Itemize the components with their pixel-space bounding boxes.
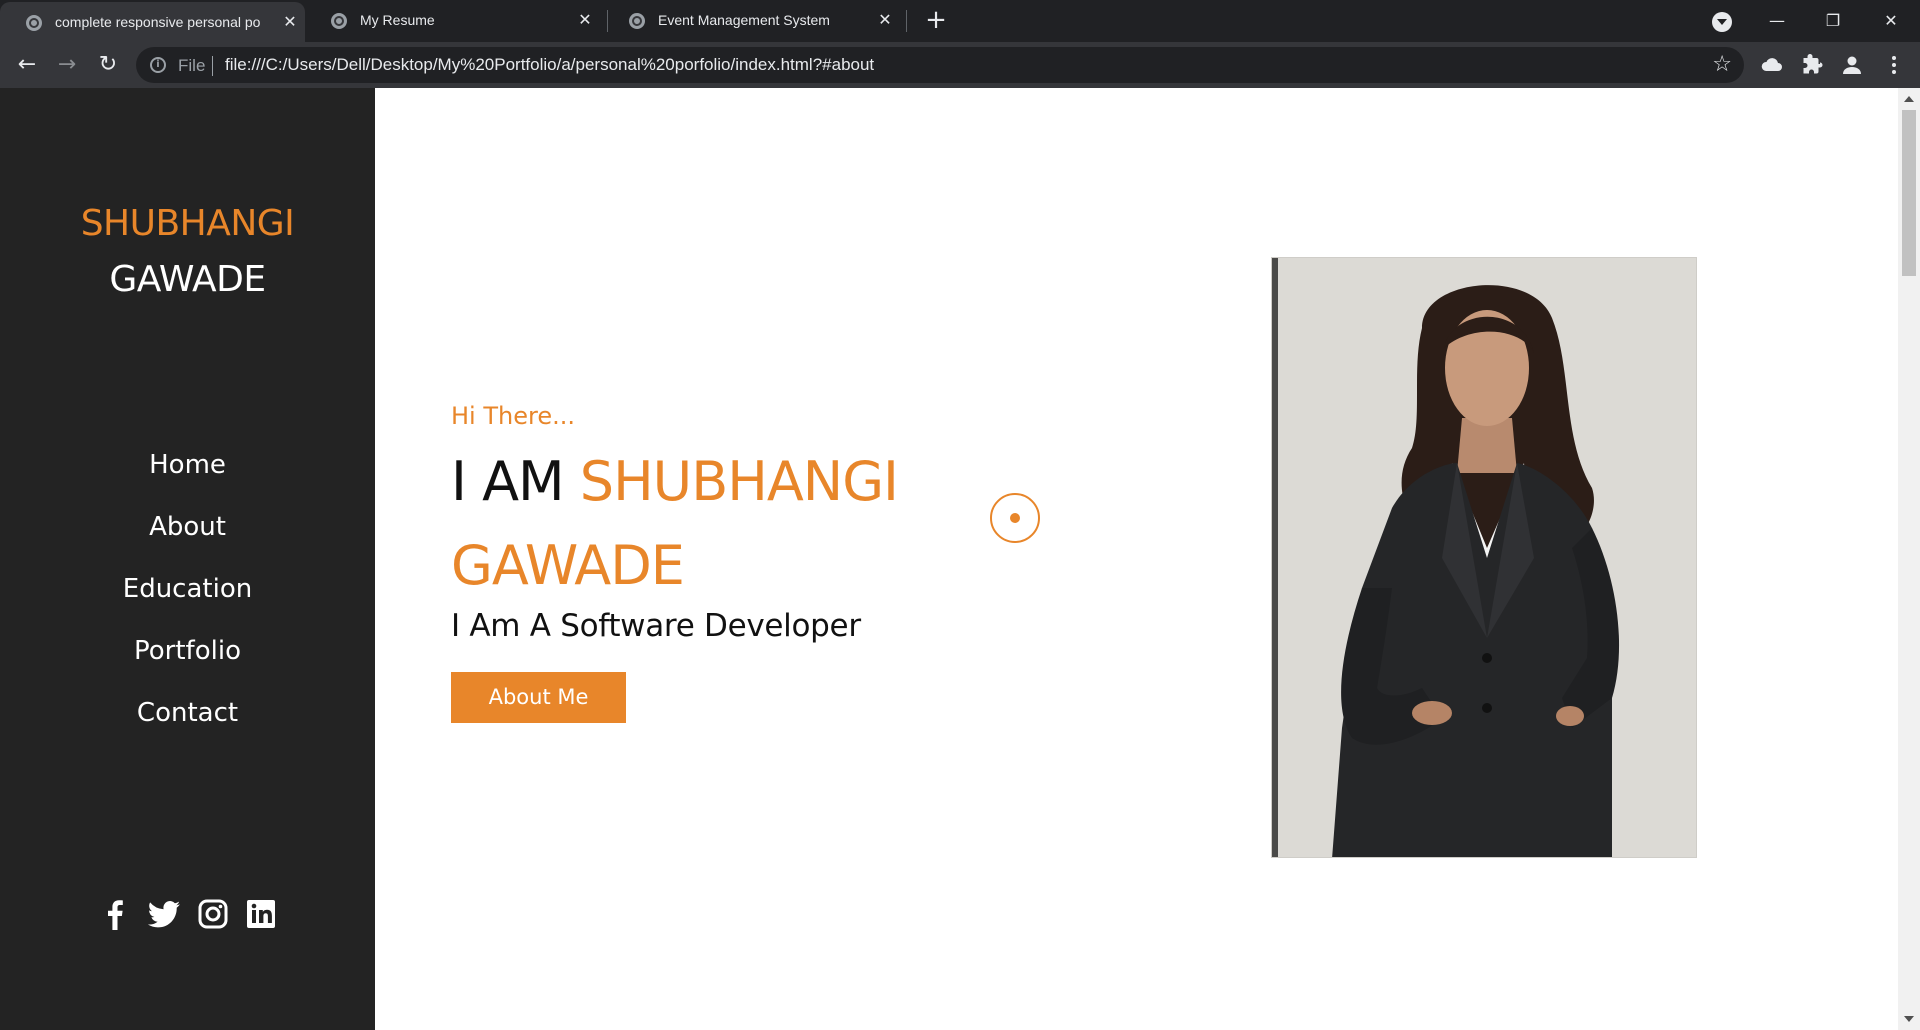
tab-title: My Resume <box>360 12 435 28</box>
page-scrollbar[interactable] <box>1898 88 1920 1030</box>
logo-first-name: SHUBHANGI <box>80 203 295 244</box>
twitter-icon[interactable] <box>147 898 181 930</box>
logo-last-name: GAWADE <box>109 259 266 300</box>
page-viewport: SHUBHANGI GAWADE Home About Education Po… <box>0 88 1898 1030</box>
globe-icon <box>331 13 347 29</box>
scroll-thumb[interactable] <box>1902 110 1916 276</box>
url-scheme: File <box>178 56 206 75</box>
browser-tab-strip: complete responsive personal po ✕ My Res… <box>0 0 1920 42</box>
close-icon[interactable]: ✕ <box>575 10 595 30</box>
menu-dots-icon[interactable] <box>1882 53 1906 77</box>
nav-item-portfolio: Portfolio <box>0 634 375 696</box>
bookmark-star-icon[interactable]: ☆ <box>1712 53 1732 77</box>
nav-link-about[interactable]: About <box>149 512 226 542</box>
about-me-button[interactable]: About Me <box>451 672 626 723</box>
site-logo[interactable]: SHUBHANGI GAWADE <box>0 196 375 308</box>
reload-icon[interactable]: ↻ <box>94 51 122 79</box>
nav-link-education[interactable]: Education <box>123 574 252 604</box>
tab-event-management[interactable]: Event Management System ✕ <box>603 0 903 42</box>
tab-portfolio[interactable]: complete responsive personal po ✕ <box>0 2 305 42</box>
url-text[interactable]: file:///C:/Users/Dell/Desktop/My%20Portf… <box>225 55 874 75</box>
nav-link-portfolio[interactable]: Portfolio <box>134 636 241 666</box>
profile-icon[interactable] <box>1840 53 1864 77</box>
address-bar[interactable]: i File file:///C:/Users/Dell/Desktop/My%… <box>136 47 1744 83</box>
cloud-extension-icon[interactable] <box>1760 53 1784 77</box>
tab-title: Event Management System <box>658 12 830 28</box>
main-navigation: Home About Education Portfolio Contact <box>0 448 375 758</box>
tab-title: complete responsive personal po <box>55 14 261 30</box>
tab-search-icon[interactable] <box>1712 12 1732 32</box>
social-links <box>0 898 375 930</box>
hero-headline: I AM SHUBHANGI GAWADE <box>451 440 971 608</box>
close-icon[interactable]: ✕ <box>875 10 895 30</box>
extensions-puzzle-icon[interactable] <box>1800 53 1824 77</box>
nav-item-about: About <box>0 510 375 572</box>
browser-toolbar: ← → ↻ i File file:///C:/Users/Dell/Deskt… <box>0 42 1920 88</box>
nav-item-education: Education <box>0 572 375 634</box>
scroll-down-arrow-icon[interactable] <box>1904 1016 1914 1022</box>
linkedin-icon[interactable] <box>245 898 277 930</box>
hero-greeting: Hi There... <box>451 402 575 430</box>
nav-item-contact: Contact <box>0 696 375 758</box>
tab-separator <box>906 10 907 32</box>
nav-link-home[interactable]: Home <box>149 450 226 480</box>
globe-icon <box>26 15 42 31</box>
forward-icon[interactable]: → <box>53 51 81 79</box>
close-window-icon[interactable]: ✕ <box>1873 4 1909 38</box>
scroll-up-arrow-icon[interactable] <box>1904 96 1914 102</box>
info-icon[interactable]: i <box>150 57 166 73</box>
close-icon[interactable]: ✕ <box>280 12 300 32</box>
restore-icon[interactable]: ❐ <box>1815 4 1851 38</box>
scroll-indicator-ring-icon <box>990 493 1040 543</box>
instagram-icon[interactable] <box>197 898 229 930</box>
divider <box>212 56 213 76</box>
headline-prefix: I AM <box>451 450 580 513</box>
nav-item-home: Home <box>0 448 375 510</box>
tab-my-resume[interactable]: My Resume ✕ <box>305 0 605 42</box>
minimize-icon[interactable]: — <box>1759 4 1795 38</box>
back-icon[interactable]: ← <box>13 51 41 79</box>
sidebar: SHUBHANGI GAWADE Home About Education Po… <box>0 88 375 1030</box>
profile-photo <box>1271 257 1697 858</box>
portrait-illustration <box>1272 258 1696 857</box>
nav-link-contact[interactable]: Contact <box>137 698 238 728</box>
facebook-icon[interactable] <box>99 898 131 930</box>
globe-icon <box>629 13 645 29</box>
new-tab-button[interactable]: + <box>922 7 950 35</box>
hero-role: I Am A Software Developer <box>451 608 861 644</box>
